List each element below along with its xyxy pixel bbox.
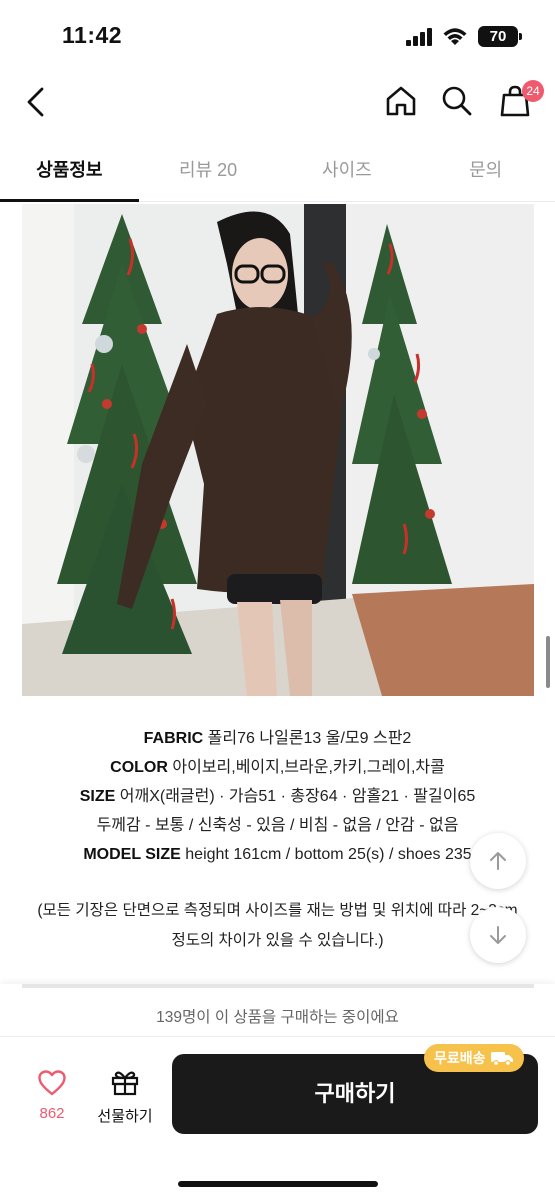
gift-icon: [111, 1071, 139, 1096]
like-button[interactable]: 862: [24, 1070, 80, 1130]
chevron-left-icon: [27, 87, 44, 117]
battery-tip: [519, 33, 522, 40]
home-icon: [386, 86, 416, 116]
color-label: COLOR: [110, 759, 168, 776]
like-count: 862: [39, 1105, 65, 1122]
color-value: 아이보리,베이지,브라운,카키,그레이,차콜: [172, 759, 445, 776]
nav-header: [0, 72, 555, 134]
gift-button[interactable]: 선물하기: [90, 1068, 160, 1130]
product-specs: FABRIC 폴리76 나일론13 울/모9 스판2 COLOR 아이보리,베이…: [0, 724, 555, 869]
gift-label: 선물하기: [97, 1108, 153, 1125]
battery-icon: 70: [478, 26, 518, 47]
fabric-line: FABRIC 폴리76 나일론13 울/모9 스판2: [0, 724, 555, 753]
wifi-icon: [443, 28, 467, 45]
model-size-label: MODEL SIZE: [83, 846, 181, 863]
free-shipping-label: 무료배송: [434, 1050, 486, 1066]
heart-icon: [38, 1070, 66, 1096]
size-line: SIZE 어깨X(래글런) · 가슴51 · 총장64 · 암홀21 · 팔길이…: [0, 782, 555, 811]
cellular-signal-icon: [406, 28, 436, 46]
battery-level: 70: [489, 28, 507, 45]
status-time: 11:42: [62, 22, 123, 48]
tab-reviews[interactable]: 리뷰 20: [139, 144, 278, 201]
note-line-1: (모든 기장은 단면으로 측정되며 사이즈를 재는 방법 및 위치에 따라 2~…: [37, 902, 518, 919]
free-shipping-badge: 무료배송: [424, 1044, 524, 1072]
arrow-up-icon: [490, 852, 506, 870]
color-line: COLOR 아이보리,베이지,브라운,카키,그레이,차콜: [0, 753, 555, 782]
home-indicator: [178, 1181, 378, 1187]
divider: [0, 1036, 555, 1037]
buying-now-text: 139명이 이 상품을 구매하는 중이에요: [156, 1009, 399, 1026]
fabric-feel-line: 두께감 - 보통 / 신축성 - 있음 / 비침 - 없음 / 안감 - 없음: [96, 817, 459, 834]
tab-inquiry[interactable]: 문의: [416, 144, 555, 201]
purchase-bar: 139명이 이 상품을 구매하는 중이에요 862 선물하기 구매하기 무료배송: [0, 984, 555, 1200]
tab-size[interactable]: 사이즈: [278, 144, 417, 201]
scrollbar[interactable]: [546, 636, 550, 688]
arrow-down-icon: [490, 926, 506, 944]
scroll-to-top-button[interactable]: [470, 833, 526, 889]
product-tabs: 상품정보 리뷰 20 사이즈 문의: [0, 144, 555, 202]
search-icon: [442, 86, 472, 116]
content-divider: [22, 984, 534, 988]
cart-count-badge: 24: [522, 80, 544, 102]
size-value: 어깨X(래글런) · 가슴51 · 총장64 · 암홀21 · 팔길이65: [119, 788, 476, 805]
fabric-value: 폴리76 나일론13 울/모9 스판2: [207, 730, 412, 747]
home-button[interactable]: [380, 80, 422, 122]
status-bar: 11:42 70: [0, 0, 555, 72]
fabric-label: FABRIC: [143, 730, 204, 747]
back-button[interactable]: [16, 82, 56, 122]
size-label: SIZE: [79, 788, 116, 805]
truck-icon: [490, 1052, 513, 1066]
product-photo: [22, 204, 534, 696]
tab-product-info[interactable]: 상품정보: [0, 144, 139, 202]
search-button[interactable]: [436, 80, 478, 122]
scroll-to-bottom-button[interactable]: [470, 907, 526, 963]
model-size-value: height 161cm / bottom 25(s) / shoes 235: [185, 846, 472, 863]
